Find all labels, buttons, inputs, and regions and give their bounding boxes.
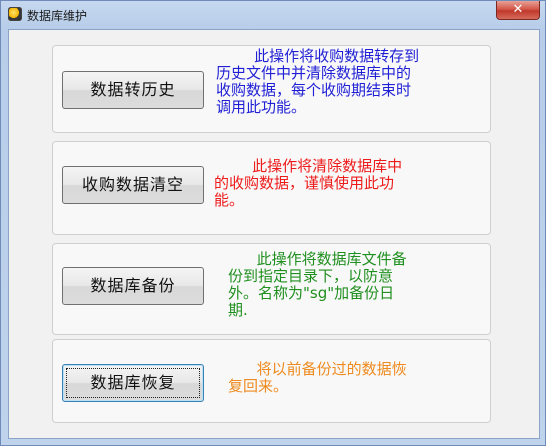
backup-database-button[interactable]: 数据库备份 [62, 267, 204, 305]
restore-database-button[interactable]: 数据库恢复 [62, 364, 204, 402]
title-bar[interactable]: 数据库维护 ✕ [1, 1, 545, 29]
panel-clear-purchase: 收购数据清空 此操作将清除数据库中 的收购数据，谨慎使用此功 能。 [52, 141, 491, 235]
archive-description: 此操作将收购数据转存到 历史文件中并清除数据库中的 收购数据，每个收购期结束时 … [216, 47, 420, 116]
maintenance-window: 数据库维护 ✕ 数据转历史 此操作将收购数据转存到 历史文件中并清除数据库中的 … [0, 0, 546, 446]
restore-database-label: 数据库恢复 [90, 373, 176, 392]
app-icon [8, 7, 22, 21]
panel-archive-history: 数据转历史 此操作将收购数据转存到 历史文件中并清除数据库中的 收购数据，每个收… [52, 45, 491, 133]
window-title: 数据库维护 [27, 9, 88, 23]
backup-description: 此操作将数据库文件备 份到指定目录下，以防意 外。名称为"sg"加备份日 期. [228, 250, 407, 319]
clear-purchase-data-button[interactable]: 收购数据清空 [62, 166, 204, 204]
close-button[interactable]: ✕ [496, 1, 540, 20]
clear-description: 此操作将清除数据库中 的收购数据，谨慎使用此功 能。 [214, 157, 403, 209]
panel-backup: 数据库备份 此操作将数据库文件备 份到指定目录下，以防意 外。名称为"sg"加备… [52, 243, 491, 335]
panel-restore: 数据库恢复 将以前备份过的数据恢 复回来。 [52, 339, 491, 423]
client-area: 数据转历史 此操作将收购数据转存到 历史文件中并清除数据库中的 收购数据，每个收… [8, 29, 540, 439]
restore-description: 将以前备份过的数据恢 复回来。 [228, 360, 407, 395]
archive-to-history-button[interactable]: 数据转历史 [62, 71, 204, 109]
